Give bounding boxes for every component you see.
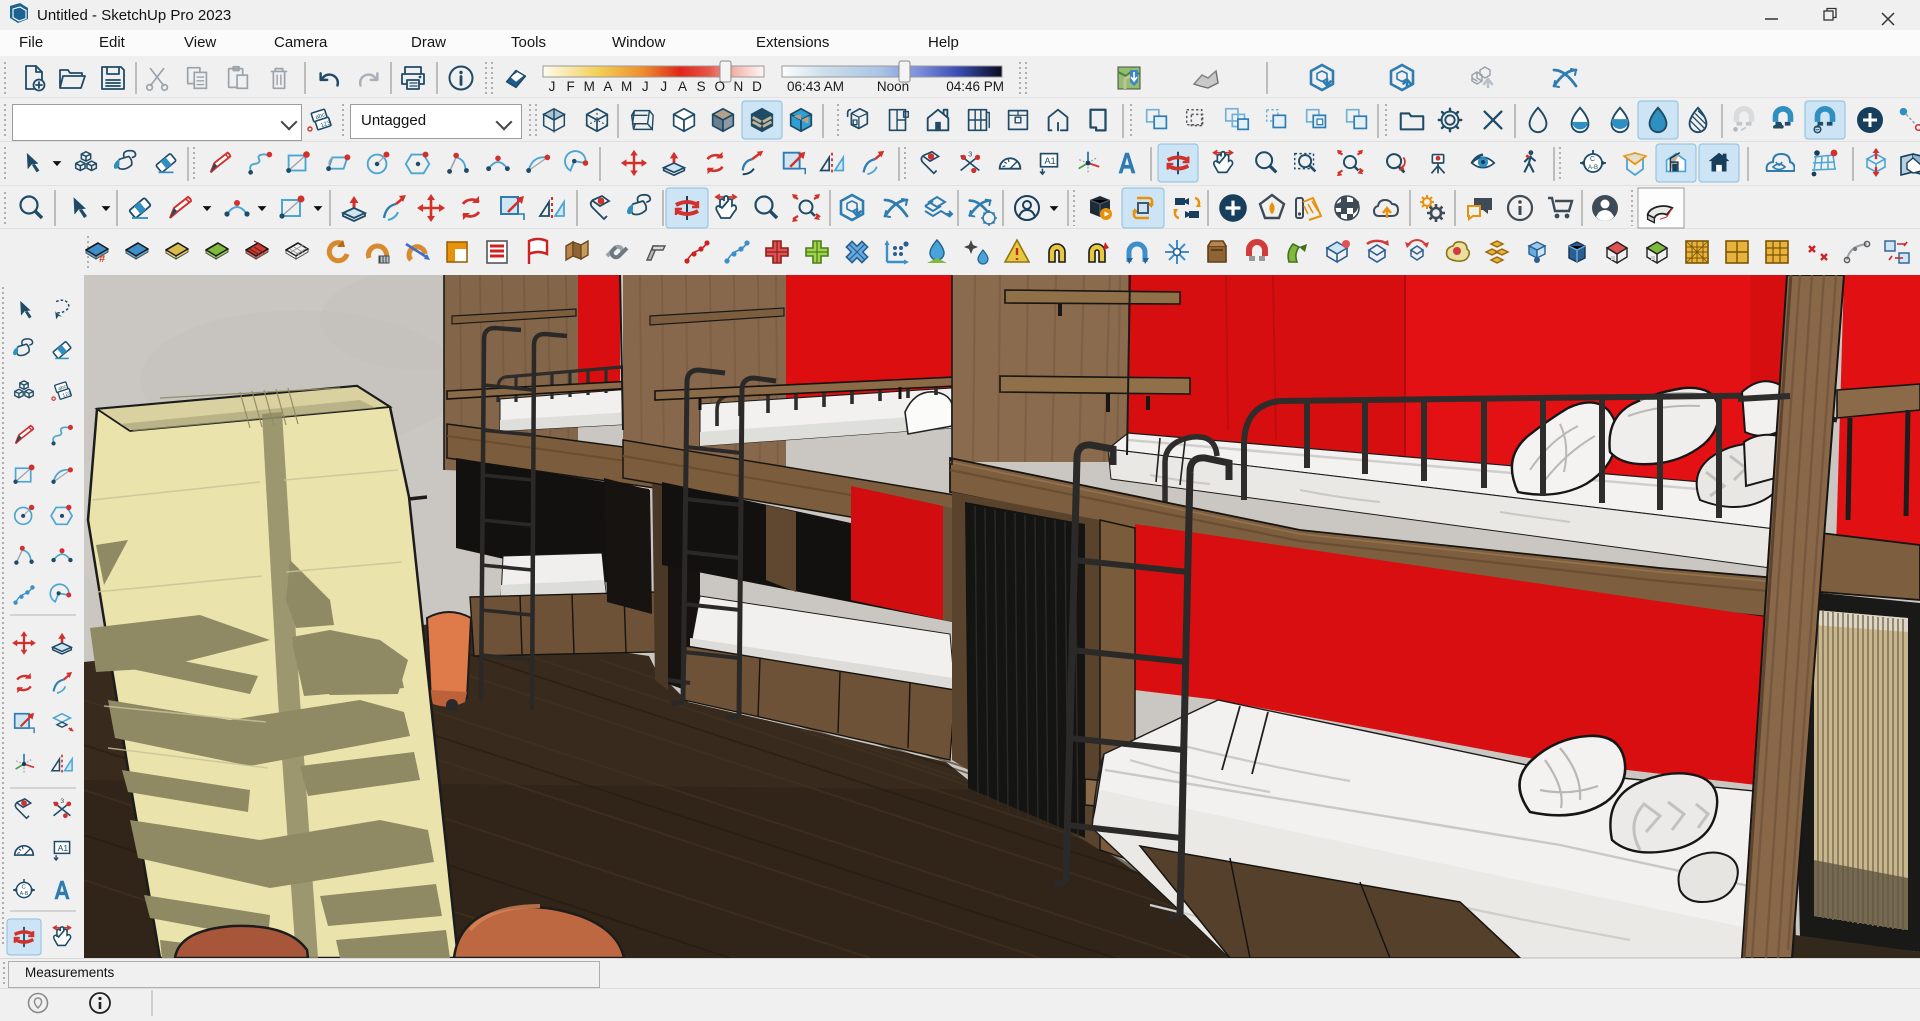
svg-text:Noon: Noon bbox=[877, 79, 909, 94]
svg-text:M: M bbox=[584, 79, 595, 94]
svg-text:N: N bbox=[734, 79, 744, 94]
svg-text:J: J bbox=[642, 79, 649, 94]
svg-text:06:43 AM: 06:43 AM bbox=[787, 79, 844, 94]
svg-text:J: J bbox=[660, 79, 667, 94]
svg-text:A: A bbox=[603, 79, 612, 94]
svg-text:M: M bbox=[621, 79, 632, 94]
svg-text:A: A bbox=[678, 79, 687, 94]
svg-text:04:46 PM: 04:46 PM bbox=[946, 79, 1004, 94]
svg-text:F: F bbox=[566, 79, 574, 94]
svg-text:S: S bbox=[697, 79, 706, 94]
svg-text:J: J bbox=[549, 79, 556, 94]
svg-text:D: D bbox=[752, 79, 762, 94]
svg-text:O: O bbox=[715, 79, 726, 94]
